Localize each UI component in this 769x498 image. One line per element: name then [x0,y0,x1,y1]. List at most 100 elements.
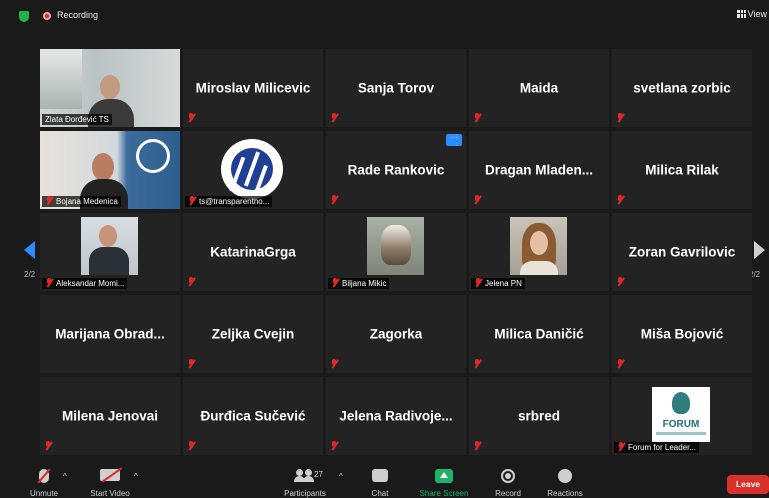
participant-label: Jelena PN [471,278,525,289]
muted-mic-icon [330,441,338,451]
participant-name: KatarinaGrga [210,244,296,260]
forum-logo: FORUM [652,387,710,442]
start-video-button[interactable]: Start Video [86,464,134,498]
muted-mic-icon [45,196,53,206]
participant-tile-miroslav[interactable]: Miroslav Milicevic [183,49,323,127]
participant-tile-svetlana[interactable]: svetlana zorbic [612,49,752,127]
participant-tile-biljana[interactable]: Biljana Mikic [326,213,466,291]
previous-page-arrow-icon[interactable] [24,241,35,259]
muted-mic-icon [474,278,482,288]
participant-tile-zagorka[interactable]: Zagorka [326,295,466,373]
video-options-chevron-icon[interactable]: ^ [134,472,138,481]
participant-name: Maida [519,80,559,96]
muted-microphone-icon [39,469,49,483]
chat-button[interactable]: Chat [365,464,395,498]
participant-tile-forum[interactable]: FORUM Forum for Leader... [612,377,752,455]
tree-icon [672,392,690,414]
participant-name: Miša Bojović [640,326,724,342]
record-label: Record [495,489,521,498]
top-bar: Recording View [0,0,769,32]
participants-button[interactable]: 27 Participants [280,464,330,498]
participant-tile-marijana[interactable]: Marijana Obrad... [40,295,180,373]
record-icon [501,469,515,483]
recording-label: Recording [57,10,99,20]
grid-view-icon [736,10,746,18]
participant-tile-zoran[interactable]: Zoran Gavrilovic [612,213,752,291]
participant-name: Zeljka Cvejin [211,326,295,342]
record-button[interactable]: Record [492,464,524,498]
muted-mic-icon [187,359,195,369]
participant-tile-maida[interactable]: Maida [469,49,609,127]
participants-label: Participants [284,489,326,498]
participant-photo [367,217,424,275]
participant-label: Forum for Leader... [614,442,700,453]
participant-tile-zlata[interactable]: Zlata Đorđević TS [40,49,180,127]
meeting-toolbar: Unmute ^ Start Video ^ 27 Participants ^… [0,464,769,498]
muted-mic-icon [616,113,624,123]
participant-tile-zeljka[interactable]: Zeljka Cvejin [183,295,323,373]
participant-name: Jelena Radivoje... [339,408,453,424]
participant-name: Milica Daničić [494,326,584,342]
participant-label: ts@transparentno... [185,196,273,207]
share-screen-button[interactable]: Share Screen [418,464,470,498]
participant-tile-katarina[interactable]: KatarinaGrga [183,213,323,291]
page-indicator-left: 2/2 [24,270,36,279]
muted-mic-icon [330,113,338,123]
participant-tile-rade[interactable]: ··· Rade Rankovic [326,131,466,209]
participant-name: Dragan Mladen... [484,162,594,178]
more-options-icon[interactable]: ··· [446,134,462,146]
chat-label: Chat [371,489,389,498]
participant-name: Zoran Gavrilovic [628,244,736,260]
recording-icon [43,12,51,20]
muted-mic-icon [473,195,481,205]
participant-name: Sanja Torov [357,80,435,96]
participant-tile-milica-rilak[interactable]: Milica Rilak [612,131,752,209]
muted-mic-icon [187,441,195,451]
participant-tile-dragan[interactable]: Dragan Mladen... [469,131,609,209]
muted-mic-icon [617,442,625,452]
participant-tile-milena[interactable]: Milena Jenovai [40,377,180,455]
participant-tile-srbred[interactable]: srbred [469,377,609,455]
participant-name: Rade Rankovic [347,162,445,178]
next-page-arrow-icon[interactable] [754,241,765,259]
view-button[interactable]: View [736,9,767,19]
muted-mic-icon [45,278,53,288]
participant-tile-misa[interactable]: Miša Bojović [612,295,752,373]
transparency-international-logo [221,139,283,199]
reactions-label: Reactions [547,489,583,498]
chat-icon [372,469,388,482]
muted-mic-icon [187,277,195,287]
participant-label: Biljana Mikic [328,278,390,289]
muted-mic-icon [331,278,339,288]
participant-photo [510,217,567,275]
audio-options-chevron-icon[interactable]: ^ [63,472,67,481]
participant-tile-aleksandar[interactable]: Aleksandar Momi... [40,213,180,291]
share-screen-icon [435,469,453,483]
muted-mic-icon [473,113,481,123]
participant-tile-jelena-radivoje[interactable]: Jelena Radivoje... [326,377,466,455]
muted-mic-icon [473,441,481,451]
muted-mic-icon [330,359,338,369]
reactions-button[interactable]: Reactions [545,464,585,498]
participants-options-chevron-icon[interactable]: ^ [339,472,343,481]
start-video-label: Start Video [90,489,130,498]
unmute-label: Unmute [29,489,59,498]
participant-tile-bojana[interactable]: Bojana Medenica [40,131,180,209]
participant-photo [81,217,138,275]
muted-mic-icon [616,195,624,205]
participant-tile-djurdjica[interactable]: Đurđica Sučević [183,377,323,455]
participant-name: Miroslav Milicevic [195,80,311,96]
muted-mic-icon [188,196,196,206]
unmute-button[interactable]: Unmute [24,464,64,498]
reactions-icon [558,469,572,483]
participant-tile-jelena-pn[interactable]: Jelena PN [469,213,609,291]
leave-button[interactable]: Leave [727,475,769,494]
muted-mic-icon [616,359,624,369]
participants-count: 27 [314,470,323,479]
participant-label: Bojana Medenica [42,196,121,207]
participant-tile-milica-danicic[interactable]: Milica Daničić [469,295,609,373]
encryption-shield-icon[interactable] [19,11,29,22]
participant-tile-sanja[interactable]: Sanja Torov [326,49,466,127]
share-screen-label: Share Screen [419,489,469,498]
participant-tile-ts[interactable]: ts@transparentno... [183,131,323,209]
